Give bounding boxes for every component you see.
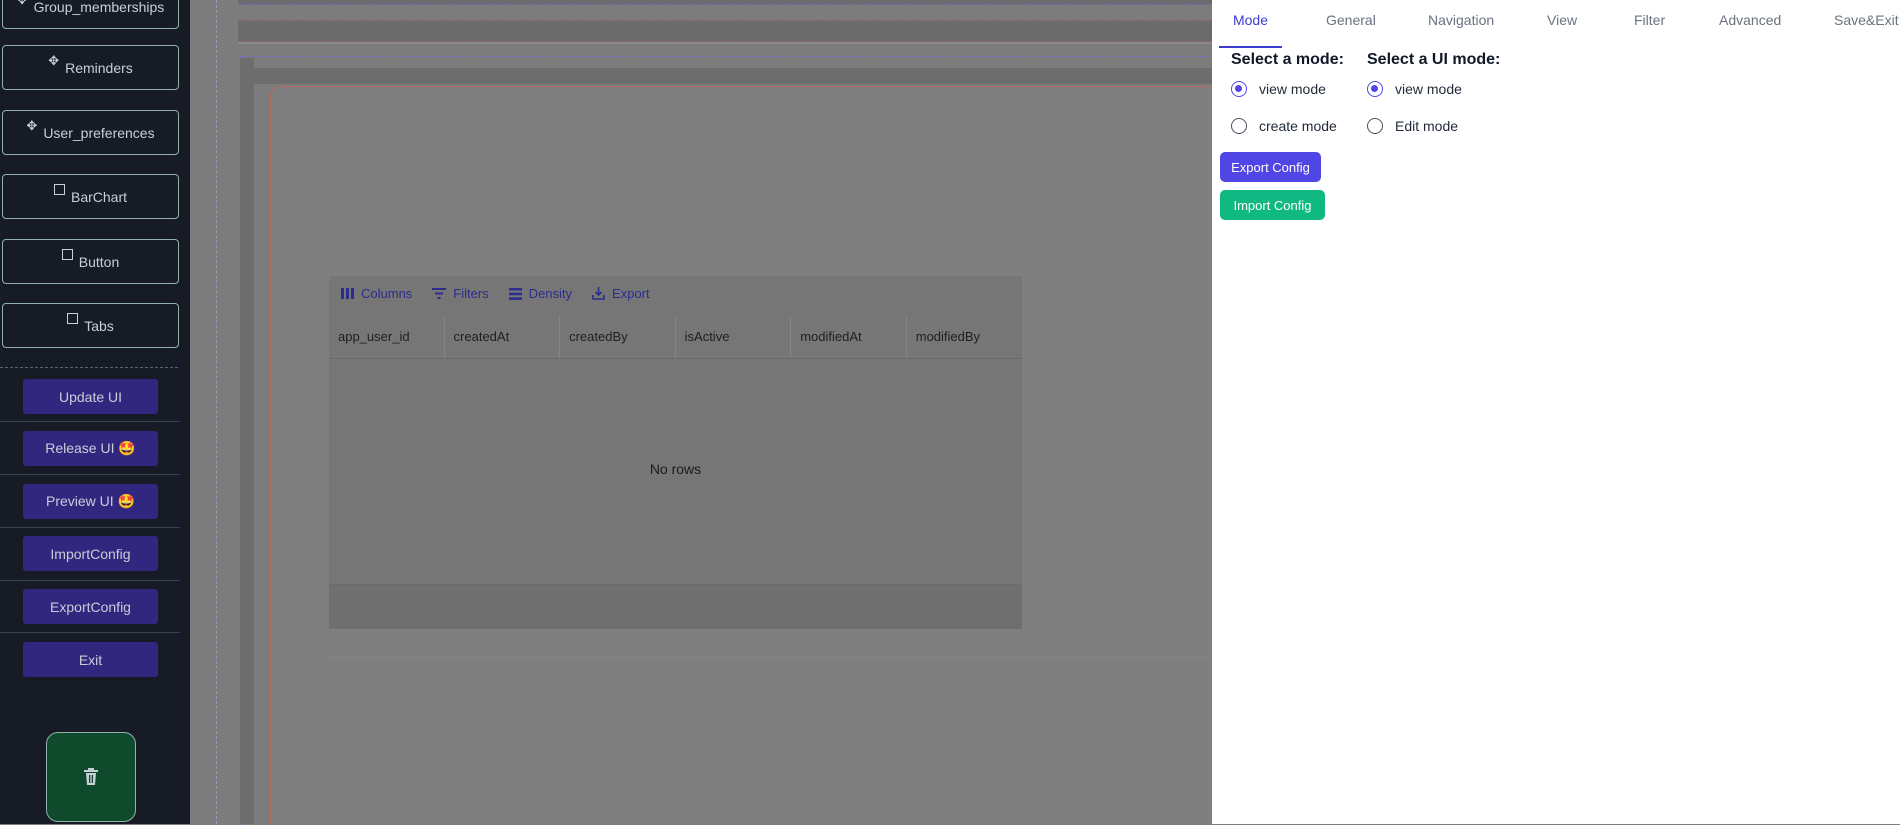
mode-option-create[interactable]: create mode	[1231, 118, 1337, 134]
divider	[329, 657, 1212, 658]
component-label: User_preferences	[43, 124, 155, 141]
ui-mode-option-edit[interactable]: Edit mode	[1367, 118, 1458, 134]
columns-button[interactable]: Columns	[341, 286, 412, 301]
density-button[interactable]: Density	[508, 286, 573, 301]
square-icon	[67, 313, 79, 324]
component-label: Button	[78, 253, 120, 270]
column-headers: app_user_id createdAt createdBy isActive…	[329, 316, 1022, 359]
ui-mode-option-view[interactable]: view mode	[1367, 81, 1462, 97]
component-group-memberships[interactable]: ✥ Group_memberships	[2, 0, 179, 29]
import-config-button[interactable]: ImportConfig	[23, 536, 158, 571]
tab-navigation[interactable]: Navigation	[1428, 0, 1494, 46]
move-icon: ✥	[17, 0, 28, 8]
frame-rail	[240, 58, 254, 824]
column-header[interactable]: modifiedBy	[907, 316, 1022, 358]
tab-filter[interactable]: Filter	[1634, 0, 1665, 46]
divider	[0, 580, 180, 581]
export-button[interactable]: Export	[592, 286, 650, 301]
ui-mode-heading: Select a UI mode:	[1367, 51, 1501, 68]
move-icon: ✥	[48, 52, 60, 68]
preview-ui-button[interactable]: Preview UI 🤩	[23, 484, 158, 519]
tab-mode[interactable]: Mode	[1219, 0, 1282, 48]
trash-icon	[84, 768, 98, 785]
columns-icon	[341, 288, 354, 299]
component-reminders[interactable]: ✥ Reminders	[2, 45, 179, 90]
grid-toolbar: Columns Filters Density Export	[341, 286, 650, 301]
divider	[0, 474, 180, 475]
column-header[interactable]: app_user_id	[329, 316, 445, 358]
component-label: Group_memberships	[33, 0, 165, 15]
density-icon	[508, 287, 522, 300]
component-barchart[interactable]: BarChart	[2, 174, 179, 219]
mode-option-view[interactable]: view mode	[1231, 81, 1326, 97]
divider	[0, 421, 180, 422]
density-label: Density	[528, 286, 573, 301]
divider	[0, 527, 180, 528]
component-button[interactable]: Button	[2, 239, 179, 284]
radio-label: view mode	[1259, 81, 1326, 97]
column-header[interactable]: isActive	[676, 316, 792, 358]
radio-button[interactable]	[1231, 118, 1247, 134]
release-ui-button[interactable]: Release UI 🤩	[23, 431, 158, 466]
frame-header	[250, 68, 1212, 84]
export-label: Export	[612, 286, 650, 301]
tab-save-exit[interactable]: Save&Exit	[1834, 0, 1899, 46]
container-edge	[238, 0, 1212, 5]
mode-heading: Select a mode:	[1231, 51, 1344, 68]
filters-button[interactable]: Filters	[432, 286, 489, 301]
empty-message: No rows	[649, 461, 702, 477]
move-icon: ✥	[26, 117, 38, 133]
guide-line	[216, 0, 217, 824]
component-user-preferences[interactable]: ✥ User_preferences	[2, 110, 179, 155]
component-tabs[interactable]: Tabs	[2, 303, 179, 348]
export-config-button[interactable]: Export Config	[1220, 152, 1321, 182]
radio-label: view mode	[1395, 81, 1462, 97]
sidebar-divider	[0, 367, 178, 368]
radio-button[interactable]	[1367, 81, 1383, 97]
square-icon	[53, 184, 65, 195]
exit-button[interactable]: Exit	[23, 642, 158, 677]
grid-footer	[329, 584, 1022, 629]
export-config-button[interactable]: ExportConfig	[23, 589, 158, 624]
layout-canvas: Columns Filters Density Export app_user_…	[190, 0, 1213, 825]
column-header[interactable]: modifiedAt	[791, 316, 907, 358]
component-label: BarChart	[70, 188, 128, 205]
data-grid: Columns Filters Density Export app_user_…	[329, 276, 1022, 629]
columns-label: Columns	[361, 286, 413, 301]
radio-label: create mode	[1259, 118, 1337, 134]
tab-advanced[interactable]: Advanced	[1719, 0, 1781, 46]
import-config-button[interactable]: Import Config	[1220, 190, 1325, 220]
config-tabs: Mode General Navigation View Filter Adva…	[1212, 0, 1900, 48]
container-bar	[238, 20, 1212, 42]
square-icon	[61, 249, 73, 260]
radio-label: Edit mode	[1395, 118, 1459, 134]
tab-view[interactable]: View	[1547, 0, 1577, 46]
component-label: Tabs	[84, 317, 114, 334]
config-panel: Mode General Navigation View Filter Adva…	[1212, 0, 1900, 824]
delete-drop-zone[interactable]	[46, 732, 136, 822]
container-gap	[238, 42, 1212, 44]
radio-button[interactable]	[1367, 118, 1383, 134]
divider	[0, 632, 180, 633]
export-icon	[592, 287, 605, 300]
filters-label: Filters	[453, 286, 489, 301]
tab-general[interactable]: General	[1326, 0, 1376, 46]
filter-icon	[432, 288, 447, 299]
radio-button[interactable]	[1231, 81, 1247, 97]
column-header[interactable]: createdAt	[445, 316, 561, 358]
column-header[interactable]: createdBy	[560, 316, 676, 358]
component-label: Reminders	[65, 59, 133, 76]
update-ui-button[interactable]: Update UI	[23, 379, 158, 414]
sidebar: ✥ Group_memberships ✥ Reminders ✥ User_p…	[0, 0, 190, 824]
